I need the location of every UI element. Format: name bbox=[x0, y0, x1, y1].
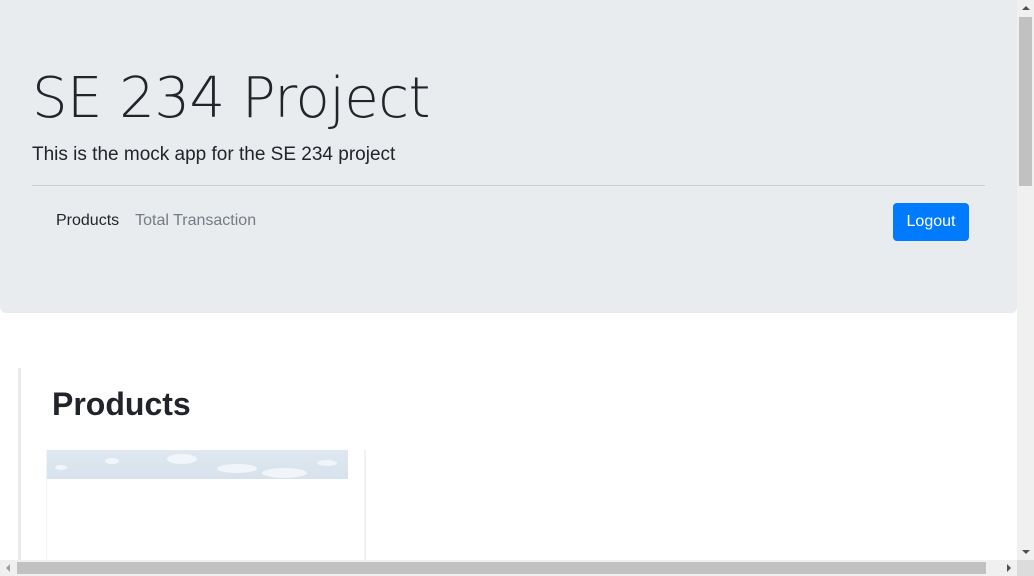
jumbotron-header: SE 234 Project This is the mock app for … bbox=[0, 0, 1017, 313]
page-subtitle: This is the mock app for the SE 234 proj… bbox=[32, 144, 396, 165]
main-nav: Products Total Transaction bbox=[56, 212, 256, 230]
logout-button[interactable]: Logout bbox=[893, 203, 969, 241]
cloud-shape bbox=[167, 454, 197, 464]
nav-link-total-transaction[interactable]: Total Transaction bbox=[135, 212, 256, 230]
product-image bbox=[47, 450, 348, 479]
page-viewport: SE 234 Project This is the mock app for … bbox=[0, 0, 1017, 560]
scrollbar-corner bbox=[1017, 560, 1034, 576]
page-title: SE 234 Project bbox=[32, 66, 431, 131]
header-divider bbox=[32, 185, 985, 186]
triangle-right-icon bbox=[1007, 564, 1011, 572]
horizontal-scroll-thumb[interactable] bbox=[17, 562, 986, 574]
content-left-border bbox=[18, 368, 21, 560]
products-heading: Products bbox=[52, 386, 191, 422]
scroll-up-button[interactable] bbox=[1017, 0, 1034, 17]
cloud-shape bbox=[262, 468, 307, 478]
nav-link-products[interactable]: Products bbox=[56, 212, 119, 230]
vertical-scrollbar[interactable] bbox=[1017, 0, 1034, 560]
cloud-shape bbox=[217, 464, 257, 473]
cloud-shape bbox=[105, 458, 119, 464]
triangle-down-icon bbox=[1022, 550, 1030, 554]
cloud-shape bbox=[317, 460, 337, 466]
triangle-left-icon bbox=[6, 564, 10, 572]
scroll-right-button[interactable] bbox=[1000, 560, 1017, 576]
product-card[interactable] bbox=[46, 450, 366, 560]
vertical-scroll-thumb[interactable] bbox=[1019, 17, 1032, 186]
cloud-shape bbox=[55, 465, 67, 470]
horizontal-scrollbar[interactable] bbox=[0, 560, 1017, 576]
scroll-left-button[interactable] bbox=[0, 560, 17, 576]
triangle-up-icon bbox=[1022, 6, 1030, 10]
scroll-down-button[interactable] bbox=[1017, 543, 1034, 560]
